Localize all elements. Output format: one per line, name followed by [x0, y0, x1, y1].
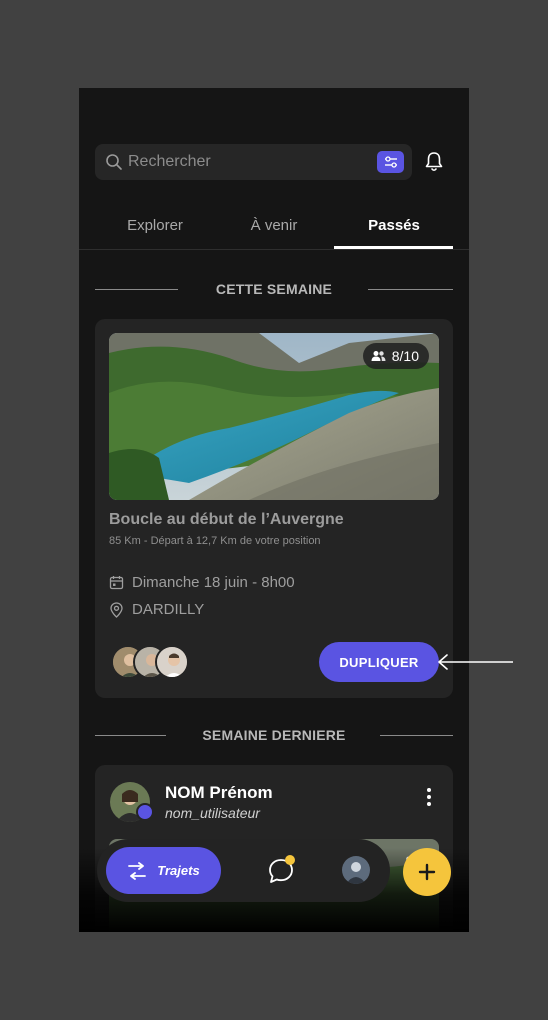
tab-bar: Explorer À venir Passés: [79, 205, 469, 250]
trip-card[interactable]: 8/10 Boucle au début de l’Auvergne 85 Km…: [95, 319, 453, 698]
search-input[interactable]: Rechercher: [95, 144, 412, 180]
bottom-navigation: Trajets: [97, 839, 390, 902]
more-vertical-icon[interactable]: [427, 787, 431, 807]
route-icon: [128, 861, 147, 880]
search-placeholder: Rechercher: [128, 153, 211, 170]
tab-passes[interactable]: Passés: [334, 217, 454, 234]
plus-icon: [418, 863, 436, 881]
people-icon: [371, 351, 386, 361]
trip-date: Dimanche 18 juin - 8h00: [132, 574, 295, 591]
location-pin-icon: [110, 601, 123, 618]
filter-icon: [384, 156, 397, 168]
trip-location: DARDILLY: [132, 601, 205, 618]
bell-icon[interactable]: [424, 151, 444, 173]
calendar-icon: [109, 576, 124, 590]
notification-dot: [285, 855, 295, 865]
participants-avatars[interactable]: [111, 645, 191, 679]
tab-explorer[interactable]: Explorer: [95, 217, 215, 234]
seats-badge: 8/10: [362, 343, 429, 369]
app-screen: Rechercher Explorer À venir Passés CETTE…: [79, 88, 469, 932]
post-author-name: NOM Prénom: [165, 783, 273, 802]
annotation-arrow-icon: [438, 654, 513, 670]
trip-location-row: DARDILLY: [109, 601, 204, 618]
search-icon: [106, 154, 122, 170]
nav-trajets-label: Trajets: [157, 863, 200, 878]
duplicate-button[interactable]: DUPLIQUER: [319, 642, 439, 682]
add-trip-button[interactable]: [403, 848, 451, 896]
trip-date-row: Dimanche 18 juin - 8h00: [109, 574, 295, 591]
tab-a-venir[interactable]: À venir: [214, 217, 334, 234]
avatar: [155, 645, 189, 679]
active-tab-indicator: [334, 246, 453, 249]
section-header-last-week: SEMAINE DERNIERE: [95, 725, 453, 745]
verified-badge: [136, 803, 154, 821]
filter-button[interactable]: [377, 151, 404, 173]
trip-subtitle: 85 Km - Départ à 12,7 Km de votre positi…: [109, 535, 321, 547]
trip-photo: 8/10: [109, 333, 439, 500]
divider: [380, 735, 453, 736]
section-header-this-week: CETTE SEMAINE: [95, 279, 453, 299]
nav-profile-avatar[interactable]: [342, 856, 370, 884]
seats-count: 8/10: [391, 348, 419, 364]
nav-trajets-button[interactable]: Trajets: [106, 847, 221, 894]
divider: [368, 289, 453, 290]
trip-title: Boucle au début de l’Auvergne: [109, 511, 344, 528]
post-author-username: nom_utilisateur: [165, 805, 260, 821]
